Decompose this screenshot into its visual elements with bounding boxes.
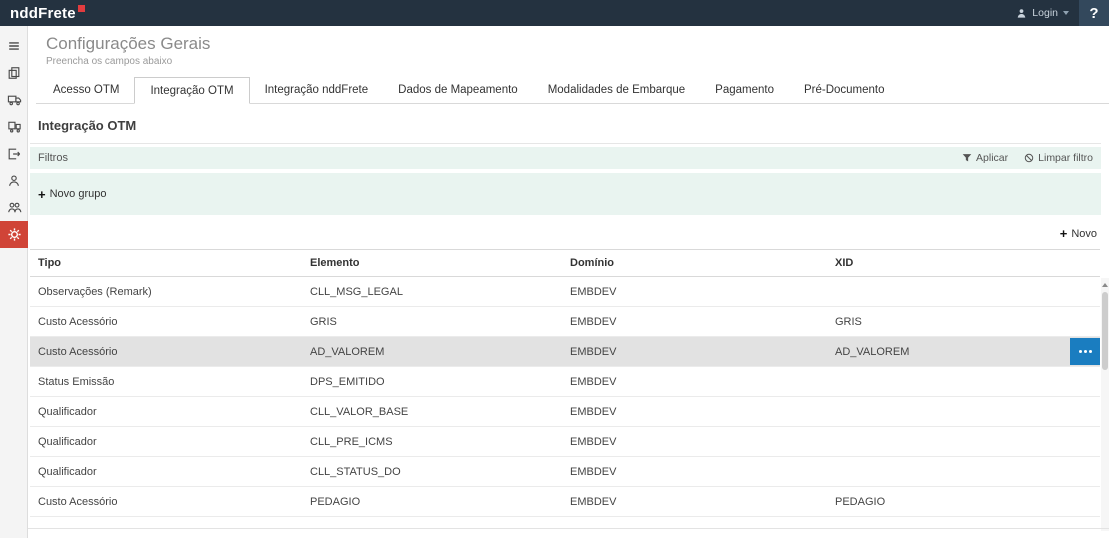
- cell-dominio: EMBDEV: [562, 466, 827, 478]
- filters-title: Filtros: [38, 152, 68, 164]
- tab-pagamento[interactable]: Pagamento: [700, 77, 789, 104]
- page-title: Configurações Gerais: [46, 34, 1109, 54]
- filters-bar: Filtros Aplicar Limpar filtro: [30, 147, 1101, 169]
- cell-dominio: EMBDEV: [562, 376, 827, 388]
- support-icon[interactable]: [0, 167, 28, 194]
- scrollbar-thumb[interactable]: [1102, 292, 1108, 370]
- tab-pre-documento[interactable]: Pré-Documento: [789, 77, 900, 104]
- menu-icon[interactable]: [0, 32, 28, 59]
- new-record-label: Novo: [1071, 228, 1097, 240]
- cell-elemento: DPS_EMITIDO: [302, 376, 562, 388]
- cell-elemento: GRIS: [302, 316, 562, 328]
- cell-elemento: CLL_PRE_ICMS: [302, 436, 562, 448]
- tab-acesso-otm[interactable]: Acesso OTM: [38, 77, 134, 104]
- clear-filter-label: Limpar filtro: [1038, 152, 1093, 164]
- fleet-icon[interactable]: [0, 113, 28, 140]
- cell-xid: GRIS: [827, 316, 1100, 328]
- cell-dominio: EMBDEV: [562, 286, 827, 298]
- tab-modalidades-de-embarque[interactable]: Modalidades de Embarque: [533, 77, 700, 104]
- brand-text: nddFrete: [10, 5, 76, 22]
- tab-integracao-nddfrete[interactable]: Integração nddFrete: [250, 77, 384, 104]
- vertical-scrollbar[interactable]: [1101, 278, 1109, 531]
- cell-xid: PEDAGIO: [827, 496, 1100, 508]
- help-button[interactable]: ?: [1079, 0, 1109, 26]
- column-header-elemento: Elemento: [302, 257, 562, 269]
- plus-icon: +: [1060, 227, 1068, 240]
- cell-elemento: CLL_VALOR_BASE: [302, 406, 562, 418]
- column-header-xid: XID: [827, 257, 1100, 269]
- section-title: Integração OTM: [38, 118, 1101, 133]
- documents-icon[interactable]: [0, 59, 28, 86]
- table-row[interactable]: QualificadorCLL_PRE_ICMSEMBDEV: [30, 427, 1100, 457]
- cell-elemento: CLL_STATUS_DO: [302, 466, 562, 478]
- login-label: Login: [1032, 7, 1058, 19]
- table-body: Observações (Remark)CLL_MSG_LEGALEMBDEVC…: [30, 277, 1100, 517]
- brand-red-square-icon: [78, 5, 85, 12]
- users-icon[interactable]: [0, 194, 28, 221]
- funnel-icon: [962, 153, 972, 163]
- cell-dominio: EMBDEV: [562, 346, 827, 358]
- apply-filter-label: Aplicar: [976, 152, 1008, 164]
- bottom-divider: [28, 528, 1109, 529]
- cell-tipo: Custo Acessório: [30, 316, 302, 328]
- plus-icon: +: [38, 188, 46, 201]
- export-icon[interactable]: [0, 140, 28, 167]
- cell-dominio: EMBDEV: [562, 496, 827, 508]
- user-icon: [1016, 8, 1027, 19]
- cell-tipo: Custo Acessório: [30, 496, 302, 508]
- table-row[interactable]: QualificadorCLL_VALOR_BASEEMBDEV: [30, 397, 1100, 427]
- cell-elemento: PEDAGIO: [302, 496, 562, 508]
- cell-dominio: EMBDEV: [562, 406, 827, 418]
- table-row[interactable]: Custo AcessórioGRISEMBDEVGRIS: [30, 307, 1100, 337]
- circle-slash-icon: [1024, 153, 1034, 163]
- clear-filter-button[interactable]: Limpar filtro: [1024, 152, 1093, 164]
- settings-icon[interactable]: [0, 221, 28, 248]
- cell-tipo: Qualificador: [30, 406, 302, 418]
- cell-tipo: Qualificador: [30, 466, 302, 478]
- table-row[interactable]: QualificadorCLL_STATUS_DOEMBDEV: [30, 457, 1100, 487]
- cell-tipo: Observações (Remark): [30, 286, 302, 298]
- table-row[interactable]: Custo AcessórioAD_VALOREMEMBDEVAD_VALORE…: [30, 337, 1100, 367]
- cell-elemento: AD_VALOREM: [302, 346, 562, 358]
- table-row[interactable]: Custo AcessórioPEDAGIOEMBDEVPEDAGIO: [30, 487, 1100, 517]
- chevron-down-icon: [1063, 11, 1069, 15]
- cell-tipo: Status Emissão: [30, 376, 302, 388]
- topbar: nddFrete Login ?: [0, 0, 1109, 26]
- login-menu[interactable]: Login: [1006, 7, 1079, 19]
- tab-bar: Acesso OTM Integração OTM Integração ndd…: [36, 77, 1109, 104]
- new-group-button[interactable]: + Novo grupo: [38, 188, 106, 201]
- section-divider: [30, 143, 1101, 144]
- table-row[interactable]: Status EmissãoDPS_EMITIDOEMBDEV: [30, 367, 1100, 397]
- cell-dominio: EMBDEV: [562, 436, 827, 448]
- brand-logo[interactable]: nddFrete: [10, 5, 85, 22]
- column-header-dominio: Domínio: [562, 257, 827, 269]
- cell-xid: AD_VALOREM: [827, 346, 1100, 358]
- sidebar: [0, 26, 28, 538]
- tab-integracao-otm[interactable]: Integração OTM: [134, 77, 249, 104]
- scroll-up-arrow-icon[interactable]: [1101, 280, 1109, 290]
- tab-dados-de-mapeamento[interactable]: Dados de Mapeamento: [383, 77, 533, 104]
- filter-group-area: + Novo grupo: [30, 173, 1101, 215]
- new-group-label: Novo grupo: [50, 188, 107, 200]
- table-row[interactable]: Observações (Remark)CLL_MSG_LEGALEMBDEV: [30, 277, 1100, 307]
- truck-icon[interactable]: [0, 86, 28, 113]
- cell-elemento: CLL_MSG_LEGAL: [302, 286, 562, 298]
- cell-tipo: Qualificador: [30, 436, 302, 448]
- column-header-tipo: Tipo: [30, 257, 302, 269]
- cell-tipo: Custo Acessório: [30, 346, 302, 358]
- page-subtitle: Preencha os campos abaixo: [46, 56, 1109, 67]
- row-actions-button[interactable]: [1070, 338, 1100, 365]
- main-content: Configurações Gerais Preencha os campos …: [28, 26, 1109, 538]
- apply-filter-button[interactable]: Aplicar: [962, 152, 1008, 164]
- data-table: Tipo Elemento Domínio XID Observações (R…: [30, 249, 1109, 517]
- cell-dominio: EMBDEV: [562, 316, 827, 328]
- table-header: Tipo Elemento Domínio XID: [30, 249, 1100, 277]
- new-record-button[interactable]: + Novo: [1060, 227, 1097, 240]
